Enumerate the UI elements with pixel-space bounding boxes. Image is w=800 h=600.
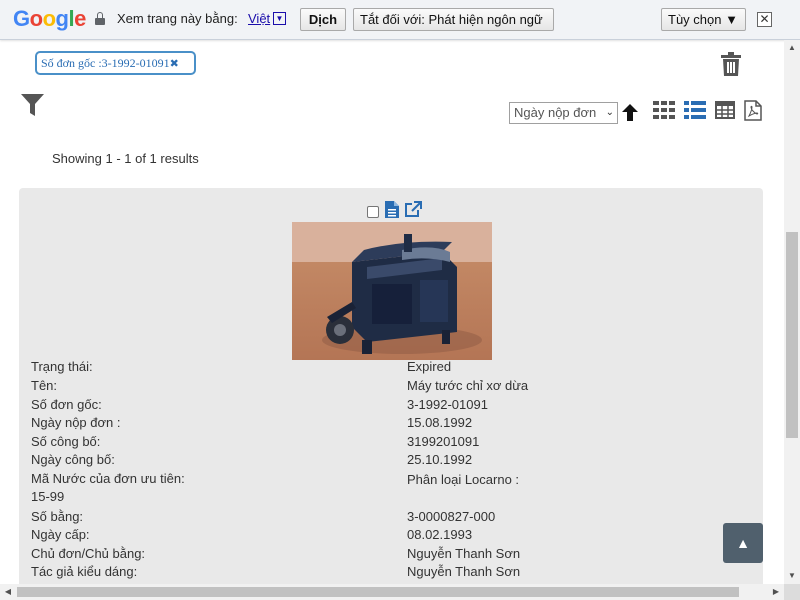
field-label: 15-99 bbox=[31, 489, 65, 504]
external-link-icon[interactable] bbox=[404, 201, 422, 223]
field-label: Mã Nước của đơn ưu tiên: bbox=[31, 471, 185, 486]
horizontal-scroll-thumb[interactable] bbox=[17, 587, 739, 597]
list-view-icon[interactable] bbox=[684, 101, 706, 124]
back-to-top-button[interactable]: ▲ bbox=[723, 523, 763, 563]
field-label: Trạng thái: bbox=[31, 359, 93, 374]
logo-letter: g bbox=[55, 6, 69, 31]
scroll-down-arrow[interactable]: ▼ bbox=[784, 568, 800, 584]
product-image[interactable] bbox=[292, 222, 492, 360]
table-view-icon[interactable] bbox=[715, 101, 735, 124]
filter-icon[interactable] bbox=[21, 94, 44, 121]
field-label: Chủ đơn/Chủ bằng: bbox=[31, 546, 146, 561]
logo-letter: o bbox=[42, 6, 56, 31]
logo-letter: o bbox=[29, 6, 43, 31]
field-value: 3199201091 bbox=[407, 434, 480, 449]
select-checkbox[interactable] bbox=[367, 206, 379, 218]
pdf-export-icon[interactable] bbox=[744, 100, 762, 126]
field-value: Phân loại Locarno : bbox=[407, 472, 520, 487]
field-label: Tác giả kiểu dáng: bbox=[31, 564, 138, 579]
translate-bar: Google Xem trang này bằng: Việt ▼ Dịch T… bbox=[0, 0, 800, 40]
document-icon[interactable] bbox=[385, 201, 399, 223]
options-button[interactable]: Tùy chọn ▼ bbox=[661, 8, 746, 31]
sort-select-value: Ngày nộp đơn bbox=[514, 105, 597, 120]
google-logo: Google bbox=[13, 6, 86, 32]
field-value: 3-1992-01091 bbox=[407, 397, 488, 412]
field-value: Máy tước chỉ xơ dừa bbox=[407, 378, 529, 393]
field-label: Ngày công bố: bbox=[31, 452, 115, 467]
grid-view-icon[interactable] bbox=[653, 101, 675, 124]
field-value: Nguyễn Thanh Sơn bbox=[407, 564, 521, 579]
field-value: 25.10.1992 bbox=[407, 452, 473, 467]
logo-letter: G bbox=[13, 6, 30, 31]
field-label: Số đơn gốc: bbox=[31, 397, 102, 412]
field-value: Nguyễn Thanh Sơn bbox=[407, 546, 521, 561]
trash-icon[interactable] bbox=[721, 52, 741, 81]
filter-chip-label: Số đơn gốc :3-1992-01091 bbox=[41, 56, 170, 70]
field-value: 15.08.1992 bbox=[407, 415, 473, 430]
field-label: Ngày cấp: bbox=[31, 527, 90, 542]
field-label: Số bằng: bbox=[31, 509, 84, 524]
scroll-left-arrow[interactable]: ◀ bbox=[0, 584, 16, 600]
filter-chip[interactable]: Số đơn gốc :3-1992-01091✖ bbox=[35, 51, 196, 75]
remove-filter-icon[interactable]: ✖ bbox=[170, 57, 179, 70]
field-value: 3-0000827-000 bbox=[407, 509, 496, 524]
sort-select[interactable]: Ngày nộp đơn ⌄ bbox=[509, 102, 618, 124]
lock-icon bbox=[95, 12, 105, 25]
view-page-in-label: Xem trang này bằng: bbox=[117, 11, 238, 26]
language-dropdown-icon[interactable]: ▼ bbox=[273, 12, 286, 25]
field-label: Số công bố: bbox=[31, 434, 101, 449]
results-count: Showing 1 - 1 of 1 results bbox=[52, 151, 199, 166]
scroll-right-arrow[interactable]: ▶ bbox=[768, 584, 784, 600]
vertical-scroll-thumb[interactable] bbox=[786, 232, 798, 438]
field-value: Expired bbox=[407, 359, 452, 374]
field-value: 08.02.1993 bbox=[407, 527, 473, 542]
logo-letter: e bbox=[74, 6, 86, 31]
sort-ascending-icon[interactable] bbox=[622, 104, 638, 126]
chevron-down-icon: ⌄ bbox=[605, 107, 614, 118]
scroll-up-arrow[interactable]: ▲ bbox=[784, 40, 800, 56]
language-link[interactable]: Việt bbox=[248, 11, 270, 26]
close-icon[interactable]: ✕ bbox=[757, 12, 772, 27]
field-label: Tên: bbox=[31, 378, 58, 393]
scrollbar-corner bbox=[784, 584, 800, 600]
field-label: Ngày nộp đơn : bbox=[31, 415, 121, 430]
turn-off-button[interactable]: Tắt đối với: Phát hiện ngôn ngữ bbox=[353, 8, 554, 31]
translate-button[interactable]: Dịch bbox=[300, 8, 346, 31]
